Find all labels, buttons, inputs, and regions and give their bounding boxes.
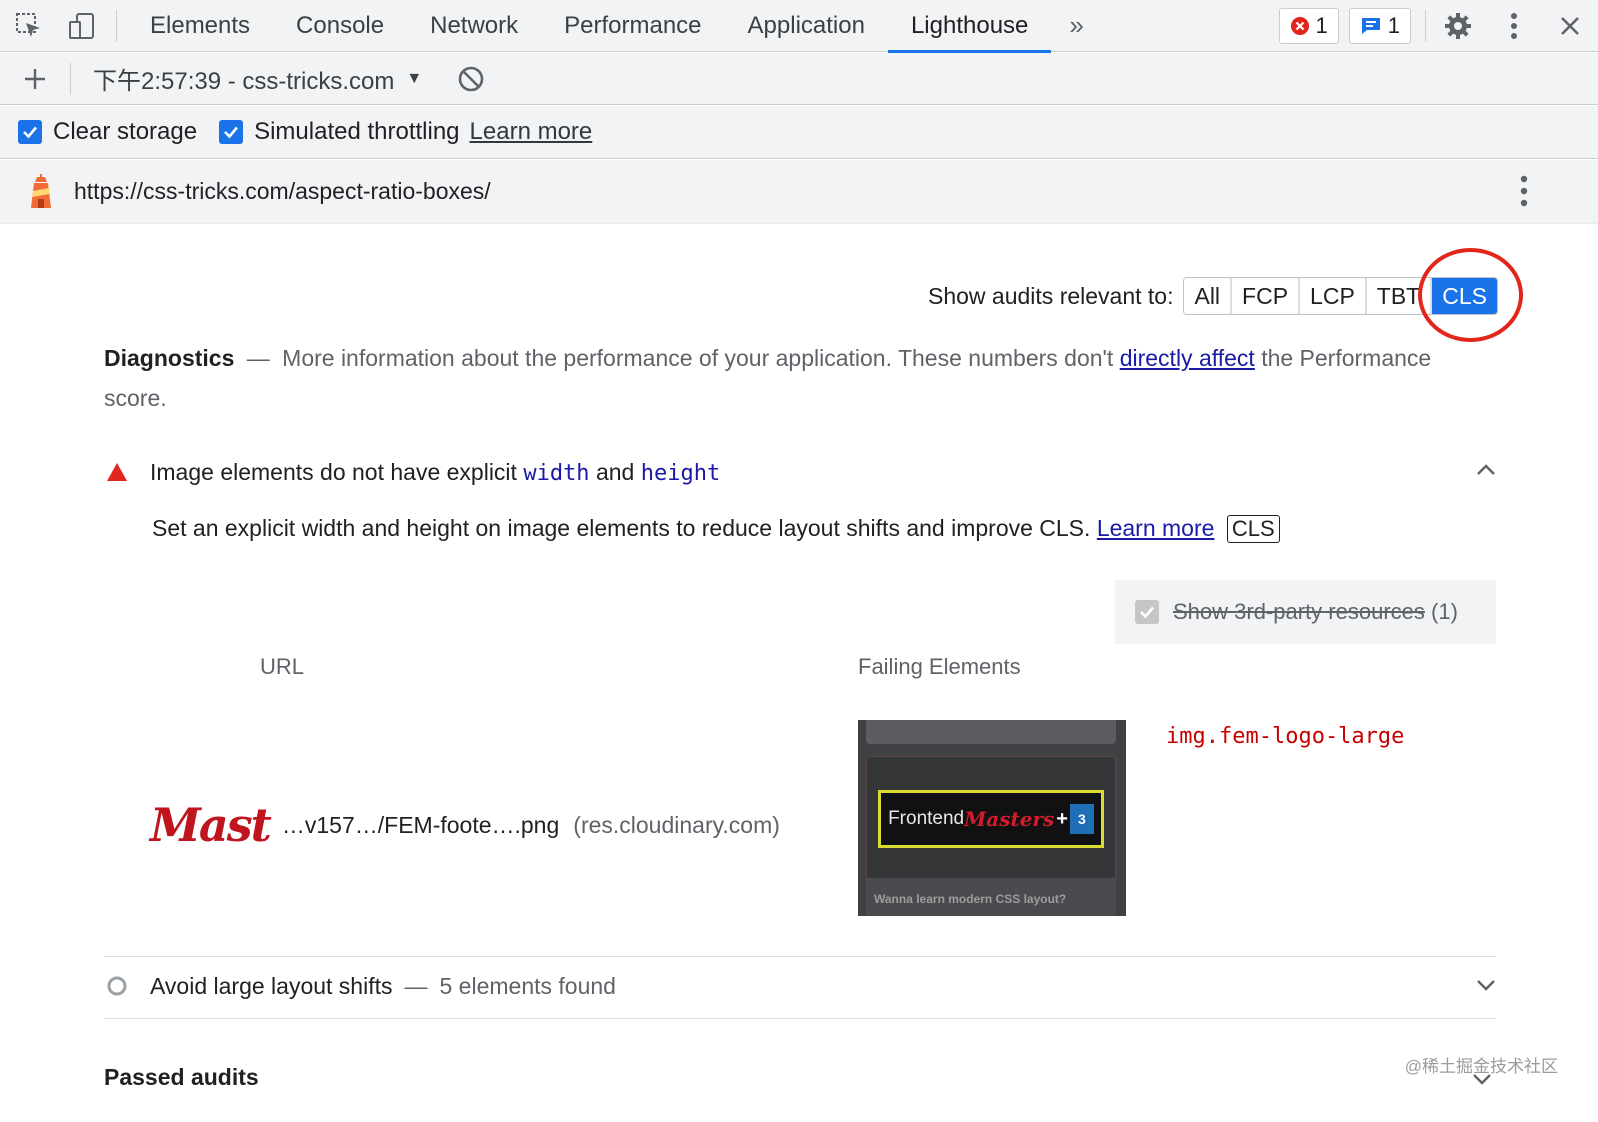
third-party-checkbox[interactable]	[1135, 600, 1159, 624]
error-count: 1	[1315, 13, 1328, 38]
logo-masters-text: Masters	[964, 807, 1055, 831]
learn-more-link[interactable]: Learn more	[470, 118, 593, 146]
screenshot-cta-text: Wanna learn modern CSS layout?	[874, 892, 1067, 906]
column-header-url: URL	[260, 654, 305, 679]
failing-element-selector[interactable]: img.fem-logo-large	[1166, 724, 1404, 749]
passed-audits-heading[interactable]: Passed audits	[104, 1064, 259, 1091]
filter-all-button[interactable]: All	[1184, 278, 1233, 314]
audit-divider	[104, 1018, 1496, 1019]
code-width: width	[523, 460, 590, 486]
chevron-up-icon[interactable]	[1476, 462, 1496, 481]
resource-url[interactable]: …v157…/FEM-foote….png	[282, 812, 559, 839]
highlighted-element-box: Frontend Masters + 3	[878, 790, 1104, 848]
audit-learn-more-link[interactable]: Learn more	[1097, 515, 1215, 541]
tab-application[interactable]: Application	[725, 0, 888, 52]
message-icon	[1361, 18, 1380, 34]
close-icon[interactable]	[1542, 0, 1598, 52]
toolbar-divider	[1425, 10, 1426, 42]
third-party-label: Show 3rd-party resources (1)	[1173, 599, 1458, 625]
simulated-throttling-label[interactable]: Simulated throttling	[254, 118, 459, 146]
audit-title-and: and	[595, 458, 635, 485]
logo-plus-text: +	[1056, 807, 1068, 830]
simulated-throttling-checkbox[interactable]	[219, 120, 244, 144]
audit-divider	[104, 956, 1496, 957]
diagnostics-dash: —	[246, 345, 270, 371]
device-toolbar-icon[interactable]	[58, 0, 106, 52]
fail-triangle-icon	[107, 463, 127, 481]
devtools-tabbar: Elements Console Network Performance App…	[0, 0, 1598, 53]
tab-lighthouse[interactable]: Lighthouse	[887, 0, 1052, 53]
toolbar-divider	[116, 9, 117, 42]
css3-badge-icon: 3	[1069, 804, 1094, 834]
clear-storage-checkbox[interactable]	[18, 120, 42, 144]
audit-unsized-images: Image elements do not have explicit widt…	[104, 452, 1496, 543]
report-url: https://css-tricks.com/aspect-ratio-boxe…	[74, 178, 491, 204]
clear-reports-icon[interactable]	[436, 53, 506, 105]
directly-affect-link[interactable]: directly affect	[1120, 345, 1255, 371]
code-height: height	[640, 460, 721, 486]
report-menu-icon[interactable]	[1520, 174, 1528, 213]
logo-frontend-text: Frontend	[888, 808, 965, 829]
third-party-filter: Show 3rd-party resources (1)	[1115, 580, 1496, 644]
report-content: Show audits relevant to: All FCP LCP TBT…	[0, 224, 1598, 1122]
message-count-badge[interactable]: 1	[1348, 8, 1411, 44]
audit-title: Image elements do not have explicit widt…	[150, 459, 720, 486]
more-options-icon[interactable]	[1486, 0, 1542, 52]
annotation-circle	[1418, 248, 1523, 342]
tab-elements[interactable]: Elements	[127, 0, 273, 52]
error-count-badge[interactable]: 1	[1278, 8, 1339, 44]
third-party-count: (1)	[1431, 599, 1458, 624]
tab-console[interactable]: Console	[273, 0, 407, 52]
third-party-label-text: Show 3rd-party resources	[1173, 599, 1425, 624]
report-selector[interactable]: 下午2:57:39 - css-tricks.com ▼	[93, 61, 422, 96]
audit-header[interactable]: Image elements do not have explicit widt…	[104, 452, 1496, 492]
clear-storage-label[interactable]: Clear storage	[53, 118, 197, 146]
audit-title-text: Image elements do not have explicit	[150, 458, 517, 485]
toolbar-divider	[70, 62, 71, 95]
screenshot-card-top	[866, 720, 1116, 744]
report-url-bar: https://css-tricks.com/aspect-ratio-boxe…	[0, 160, 1598, 224]
filter-label: Show audits relevant to:	[928, 282, 1174, 309]
info-circle-icon	[107, 976, 127, 996]
watermark: @稀土掘金技术社区	[1404, 1057, 1558, 1076]
report-toolbar: 下午2:57:39 - css-tricks.com ▼	[0, 53, 1598, 105]
tab-performance[interactable]: Performance	[541, 0, 724, 52]
report-selector-label: 下午2:57:39 - css-tricks.com	[93, 68, 395, 95]
diagnostics-text: More information about the performance o…	[282, 345, 1114, 371]
settings-gear-icon[interactable]	[1430, 0, 1486, 52]
chevron-down-icon[interactable]	[1476, 978, 1496, 997]
filter-lcp-button[interactable]: LCP	[1300, 278, 1367, 314]
audit-subtitle: 5 elements found	[439, 972, 616, 999]
table-row: Mast …v157…/FEM-foote….png (res.cloudina…	[150, 798, 780, 852]
more-tabs-icon[interactable]: »	[1051, 10, 1101, 41]
audit-description-text: Set an explicit width and height on imag…	[152, 515, 1091, 541]
caret-down-icon: ▼	[406, 69, 423, 87]
options-bar: Clear storage Simulated throttling Learn…	[0, 106, 1598, 159]
audit-title: Avoid large layout shifts	[150, 972, 393, 999]
cls-tag: CLS	[1226, 515, 1280, 543]
resource-host: (res.cloudinary.com)	[573, 811, 780, 838]
diagnostics-heading: Diagnostics — More information about the…	[104, 338, 1434, 418]
message-count: 1	[1387, 13, 1400, 38]
inspect-element-icon[interactable]	[0, 0, 58, 52]
diagnostics-title: Diagnostics	[104, 345, 235, 371]
new-report-icon[interactable]	[0, 53, 70, 105]
element-screenshot[interactable]: Frontend Masters + 3 Wanna learn modern …	[858, 720, 1126, 916]
filter-fcp-button[interactable]: FCP	[1232, 278, 1301, 314]
tab-network[interactable]: Network	[407, 0, 541, 52]
audit-dash: —	[404, 972, 428, 999]
audit-layout-shifts[interactable]: Avoid large layout shifts — 5 elements f…	[104, 966, 1496, 1006]
audit-filter: Show audits relevant to: All FCP LCP TBT…	[928, 277, 1498, 315]
column-header-failing-elements: Failing Elements	[858, 654, 1021, 679]
resource-thumbnail: Mast	[150, 798, 272, 852]
error-icon	[1290, 17, 1309, 35]
lighthouse-logo-icon	[28, 173, 54, 210]
audit-description: Set an explicit width and height on imag…	[152, 515, 1280, 543]
